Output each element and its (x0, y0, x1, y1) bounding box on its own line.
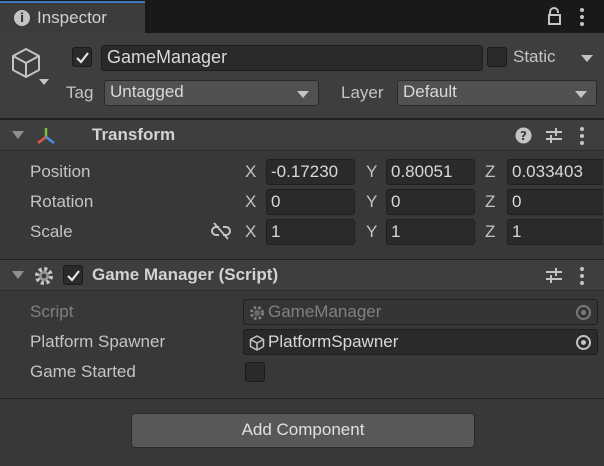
gameobject-name-input[interactable]: GameManager (101, 45, 483, 71)
static-checkbox[interactable] (487, 47, 507, 67)
transform-axis-icon (37, 128, 55, 144)
position-z-field[interactable]: 0.033403 (507, 159, 603, 185)
tag-dropdown[interactable]: Untagged (104, 80, 319, 106)
tag-value: Untagged (110, 82, 184, 101)
transform-title: Transform (92, 125, 176, 144)
rotation-z-axis-label: Z (485, 192, 496, 211)
script-component-header[interactable]: Game Manager (Script) (0, 259, 604, 291)
gameobject-cube-icon[interactable] (9, 46, 43, 80)
game-started-checkbox[interactable] (245, 362, 265, 382)
object-picker-icon (576, 305, 591, 320)
scale-y-axis-label: Y (366, 222, 378, 241)
scale-y-field[interactable]: 1 (386, 219, 475, 245)
script-asset-icon (250, 306, 264, 320)
add-component-button[interactable]: Add Component (131, 413, 475, 448)
scale-z-axis-label: Z (485, 222, 496, 241)
scale-z-field[interactable]: 1 (507, 219, 603, 245)
platform-spawner-value: PlatformSpawner (268, 332, 399, 351)
platform-spawner-label: Platform Spawner (30, 332, 166, 351)
rotation-x-axis-label: X (245, 192, 257, 211)
object-picker-icon[interactable] (576, 335, 591, 350)
position-label: Position (30, 162, 91, 181)
chevron-down-icon (297, 91, 309, 98)
info-icon: i (14, 10, 30, 26)
script-field-value: GameManager (268, 302, 382, 321)
presets-icon[interactable] (545, 267, 563, 284)
position-y-axis-label: Y (366, 162, 378, 181)
game-started-label: Game Started (30, 362, 136, 381)
gameobject-active-checkbox[interactable] (72, 47, 92, 67)
svg-text:?: ? (520, 129, 527, 143)
platform-spawner-field[interactable]: PlatformSpawner (243, 329, 598, 355)
rotation-y-axis-label: Y (366, 192, 378, 211)
icon-dropdown-caret[interactable] (39, 79, 49, 85)
checkmark-icon (76, 52, 89, 64)
foldout-arrow-icon[interactable] (12, 131, 24, 139)
position-x-axis-label: X (245, 162, 257, 181)
position-z-axis-label: Z (485, 162, 496, 181)
tab-bar: i Inspector (0, 0, 604, 33)
checkmark-icon (67, 270, 80, 282)
gameobject-header: GameManager Static Tag Untagged Layer De… (0, 33, 604, 119)
lock-icon[interactable] (546, 7, 564, 25)
tag-label: Tag (66, 83, 94, 102)
chevron-down-icon (575, 91, 587, 98)
tab-menu-icon[interactable] (579, 8, 585, 26)
static-label: Static (513, 47, 556, 66)
divider (0, 398, 604, 399)
unlinked-scale-icon[interactable] (211, 222, 231, 240)
tab-inspector[interactable]: i Inspector (0, 1, 145, 33)
foldout-arrow-icon[interactable] (12, 271, 24, 279)
scale-x-field[interactable]: 1 (266, 219, 355, 245)
scale-x-axis-label: X (245, 222, 257, 241)
script-field: GameManager (243, 299, 598, 325)
rotation-x-field[interactable]: 0 (266, 189, 355, 215)
prefab-cube-icon (249, 335, 265, 351)
transform-header[interactable]: Transform ? (0, 119, 604, 151)
script-enabled-checkbox[interactable] (63, 265, 83, 285)
script-field-label: Script (30, 302, 74, 321)
script-menu-icon[interactable] (579, 267, 585, 285)
tab-inspector-label: Inspector (37, 8, 107, 27)
rotation-y-field[interactable]: 0 (386, 189, 475, 215)
script-component-title: Game Manager (Script) (92, 265, 279, 284)
script-gear-icon (35, 267, 53, 285)
layer-value: Default (403, 82, 457, 101)
scale-label: Scale (30, 222, 73, 241)
transform-menu-icon[interactable] (579, 127, 585, 145)
position-x-field[interactable]: -0.17230 (266, 159, 355, 185)
layer-dropdown[interactable]: Default (397, 80, 597, 106)
presets-icon[interactable] (545, 127, 563, 144)
position-y-field[interactable]: 0.80051 (386, 159, 475, 185)
rotation-label: Rotation (30, 192, 94, 211)
rotation-z-field[interactable]: 0 (507, 189, 603, 215)
layer-label: Layer (341, 83, 384, 102)
help-icon[interactable]: ? (515, 127, 532, 144)
static-dropdown-icon[interactable] (581, 55, 593, 62)
